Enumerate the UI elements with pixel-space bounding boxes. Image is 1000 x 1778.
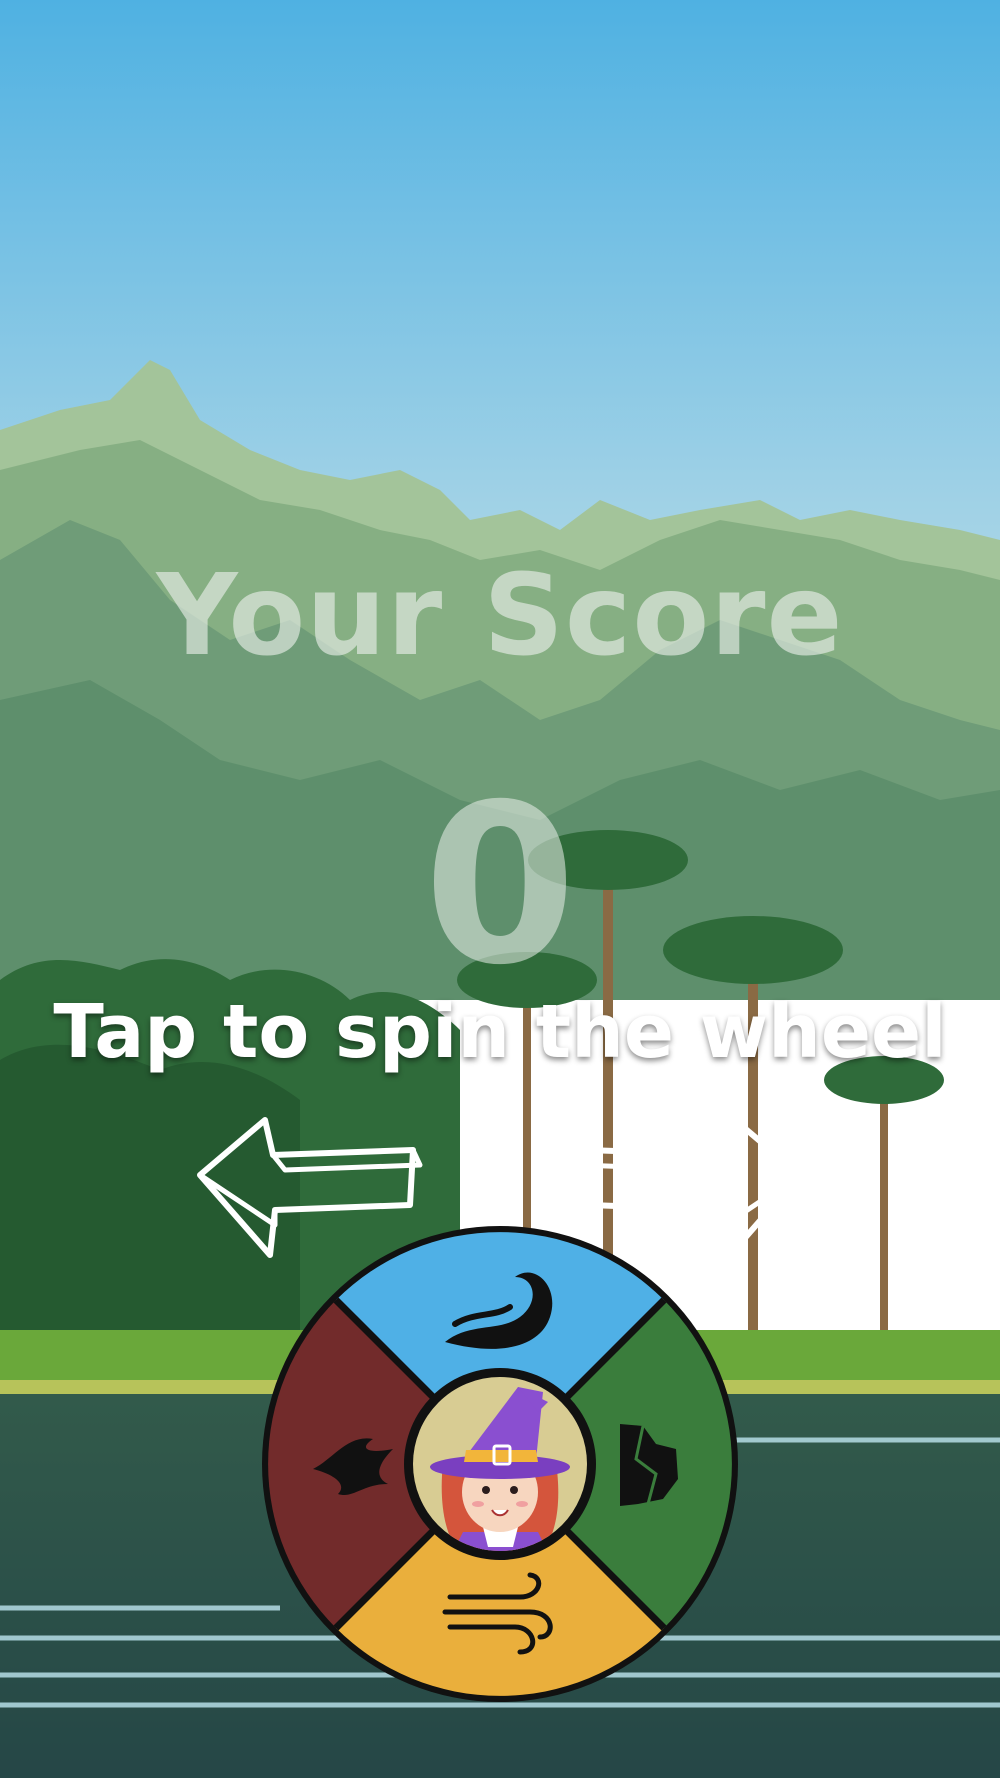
score-title: Your Score [156,551,844,681]
spin-hint: Tap to spin the wheel [53,989,947,1075]
score-value: 0 [423,757,577,1013]
element-spin-wheel[interactable] [258,1222,742,1706]
